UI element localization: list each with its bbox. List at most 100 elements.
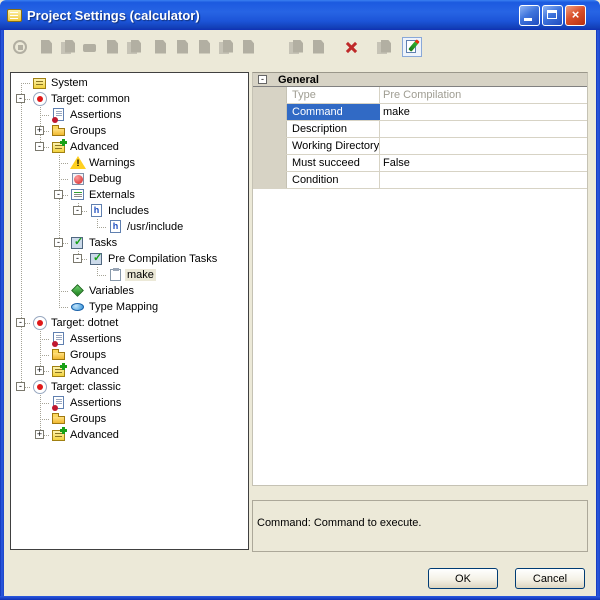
- tree-node-usr-include: /usr/include: [12, 219, 248, 235]
- settings-tree: System - Target: common Assertions + Groups - A…: [10, 72, 249, 550]
- tree-node-label[interactable]: Type Mapping: [87, 301, 160, 313]
- close-button[interactable]: ×: [565, 5, 586, 26]
- property-indent-strip: [253, 104, 287, 120]
- tree-node-label[interactable]: Tasks: [87, 237, 119, 249]
- tree-node-assertions: Assertions: [12, 395, 248, 411]
- tree-indent: [12, 283, 31, 299]
- property-help-panel: Command: Command to execute.: [252, 500, 588, 552]
- tree-node-label[interactable]: Debug: [87, 173, 123, 185]
- collapse-icon[interactable]: -: [16, 318, 25, 327]
- window-controls: ×: [519, 5, 586, 26]
- window-border-left: [0, 28, 4, 600]
- tree-connector: -: [69, 203, 88, 219]
- property-name[interactable]: Must succeed: [287, 155, 380, 171]
- externals-icon: [70, 187, 86, 203]
- tree-connector: [12, 75, 31, 91]
- expand-icon[interactable]: +: [35, 430, 44, 439]
- tree-node-label[interactable]: System: [49, 77, 90, 89]
- tree-node-target-dotnet: - Target: dotnet: [12, 315, 248, 331]
- tree-node-label[interactable]: Assertions: [68, 397, 123, 409]
- tree-node-label[interactable]: Target: classic: [49, 381, 123, 393]
- property-value[interactable]: make: [380, 104, 587, 120]
- property-indent-strip: [253, 172, 287, 188]
- tree-indent: [31, 171, 50, 187]
- property-name[interactable]: Description: [287, 121, 380, 137]
- property-name[interactable]: Type: [287, 87, 380, 103]
- tree-node-label[interactable]: Advanced: [68, 429, 121, 441]
- tree-indent: [12, 107, 31, 123]
- expand-icon[interactable]: +: [35, 126, 44, 135]
- tree-indent: [12, 347, 31, 363]
- toolbar-button-7-icon: [152, 39, 169, 56]
- tree-node-advanced: + Advanced: [12, 427, 248, 443]
- tree-node-label[interactable]: Pre Compilation Tasks: [106, 253, 219, 265]
- window-title: Project Settings (calculator): [27, 8, 200, 23]
- property-indent-strip: [253, 138, 287, 154]
- tree-indent: [12, 219, 31, 235]
- collapse-icon[interactable]: -: [73, 254, 82, 263]
- tree-node-label[interactable]: Groups: [68, 349, 108, 361]
- collapse-icon[interactable]: -: [35, 142, 44, 151]
- tree-indent: [69, 267, 88, 283]
- tree-node-advanced: + Advanced: [12, 363, 248, 379]
- tree-indent: [12, 363, 31, 379]
- toolbar-button-3-icon: [60, 39, 77, 56]
- collapse-icon[interactable]: -: [16, 382, 25, 391]
- tree-indent: [12, 331, 31, 347]
- collapse-icon[interactable]: -: [258, 75, 267, 84]
- tree-connector: [50, 283, 69, 299]
- property-value[interactable]: [380, 121, 587, 137]
- tree-node-label[interactable]: Variables: [87, 285, 136, 297]
- property-value[interactable]: [380, 138, 587, 154]
- tree-node-label[interactable]: Advanced: [68, 365, 121, 377]
- tree-node-label[interactable]: Advanced: [68, 141, 121, 153]
- maximize-button[interactable]: [542, 5, 563, 26]
- tree-connector: -: [12, 315, 31, 331]
- toolbar-button-8-icon: [174, 39, 191, 56]
- tree-node-label[interactable]: Groups: [68, 125, 108, 137]
- titlebar[interactable]: Project Settings (calculator) ×: [0, 0, 600, 30]
- tree-node-label[interactable]: Groups: [68, 413, 108, 425]
- tree-node-type-mapping: Type Mapping: [12, 299, 248, 315]
- system-icon: [32, 75, 48, 91]
- tree-node-label[interactable]: Includes: [106, 205, 151, 217]
- edit-button[interactable]: [402, 37, 422, 57]
- window-icon: [7, 9, 22, 22]
- tree-node-label[interactable]: /usr/include: [125, 221, 185, 233]
- tree-node-variables: Variables: [12, 283, 248, 299]
- tree-connector: +: [31, 427, 50, 443]
- ok-button[interactable]: OK: [428, 568, 498, 589]
- advanced-icon: [51, 427, 67, 443]
- tree-node-pre-compilation-tasks: - Pre Compilation Tasks: [12, 251, 248, 267]
- delete-button[interactable]: [343, 39, 360, 56]
- expand-icon[interactable]: +: [35, 366, 44, 375]
- property-name[interactable]: Working Directory: [287, 138, 380, 154]
- toolbar: [4, 30, 596, 64]
- tree-node-label[interactable]: Target: common: [49, 93, 132, 105]
- tree-node-label[interactable]: make: [125, 269, 156, 281]
- groups-icon: [51, 347, 67, 363]
- tree-node-label[interactable]: Assertions: [68, 333, 123, 345]
- property-name[interactable]: Condition: [287, 172, 380, 188]
- tree-node-label[interactable]: Warnings: [87, 157, 137, 169]
- collapse-icon[interactable]: -: [73, 206, 82, 215]
- tree-node-label[interactable]: Externals: [87, 189, 137, 201]
- collapse-icon[interactable]: -: [54, 190, 63, 199]
- collapse-icon[interactable]: -: [16, 94, 25, 103]
- tree-node-label[interactable]: Assertions: [68, 109, 123, 121]
- property-row-description: Description: [253, 121, 587, 138]
- collapse-icon[interactable]: -: [54, 238, 63, 247]
- property-value[interactable]: False: [380, 155, 587, 171]
- tree-node-assertions: Assertions: [12, 331, 248, 347]
- tree-node-externals: - Externals: [12, 187, 248, 203]
- minimize-button[interactable]: [519, 5, 540, 26]
- tree-indent: [31, 155, 50, 171]
- property-grid: - General TypePre CompilationCommandmake…: [252, 72, 588, 486]
- category-row-general[interactable]: - General: [253, 73, 587, 87]
- tree-indent: [69, 219, 88, 235]
- tree-node-label[interactable]: Target: dotnet: [49, 317, 120, 329]
- toolbar-button-5-icon: [104, 39, 121, 56]
- property-value[interactable]: [380, 172, 587, 188]
- property-name[interactable]: Command: [287, 104, 380, 120]
- cancel-button[interactable]: Cancel: [515, 568, 585, 589]
